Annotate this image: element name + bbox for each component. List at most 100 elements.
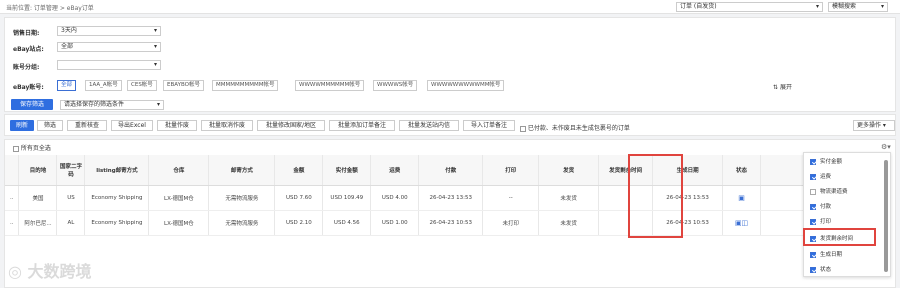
account-label: eBay账号:	[13, 84, 44, 91]
account-chip[interactable]: WWWWMMMMMM帐号	[295, 80, 365, 91]
more-ops-label: 更多操作	[857, 122, 882, 129]
header-cell[interactable]: 状态	[722, 155, 762, 186]
gear-icon[interactable]: ⚙▾	[881, 143, 891, 151]
cell-ship-method: 无需物流服务	[208, 210, 276, 236]
cell-warehouse: LX-德国M仓	[148, 210, 210, 236]
orders-table: 目的地 国家二字码 listing邮寄方式 仓库 邮寄方式 金额 实付金额 运费…	[5, 155, 890, 236]
order-type-value: 订单 (自发货)	[680, 3, 717, 10]
column-option[interactable]: 状态	[810, 265, 831, 273]
select-all-pages[interactable]: 所有页全选	[13, 143, 51, 152]
cell-paid-amount: USD 4.56	[322, 210, 372, 236]
checkbox-unchecked[interactable]	[810, 188, 816, 195]
cell-country-code: AL	[56, 210, 86, 236]
header-cell	[5, 155, 20, 186]
cell-listing-ship: Economy Shipping	[84, 185, 150, 211]
header-cell[interactable]: listing邮寄方式	[84, 155, 150, 186]
column-option[interactable]: 生成日期	[810, 250, 842, 258]
export-excel-button[interactable]: 导出Excel	[111, 120, 153, 131]
cell-pay-time: 26-04-23 10:53	[418, 210, 484, 236]
column-option[interactable]: 实付金额	[810, 157, 842, 165]
column-picker-scrollbar[interactable]	[884, 160, 888, 272]
cell-destination: 阿尔巴尼...	[18, 210, 58, 236]
account-chip[interactable]: WWWWS帐号	[373, 80, 418, 91]
order-type-select[interactable]: 订单 (自发货) ▾	[676, 2, 823, 12]
column-option[interactable]: 运费	[810, 172, 831, 180]
checkbox-checked[interactable]	[810, 158, 816, 165]
column-option[interactable]: 物流渠道费	[810, 187, 848, 195]
search-mode-select[interactable]: 模糊搜索 ▾	[828, 2, 888, 12]
status-icon[interactable]: ▣	[738, 194, 745, 202]
site-label: eBay站点:	[13, 46, 44, 53]
filter-button[interactable]: 筛选	[37, 120, 63, 131]
table-row[interactable]: .. 阿尔巴尼... AL Economy Shipping LX-德国M仓 无…	[5, 210, 890, 236]
highlight-box-column	[628, 154, 683, 238]
account-chip[interactable]: MMMMMMMMMM帐号	[212, 80, 279, 91]
cell-print: 未打印	[482, 210, 540, 236]
account-chip[interactable]: CES帐号	[127, 80, 157, 91]
column-option[interactable]: 付款	[810, 202, 831, 210]
header-cell[interactable]: 实付金额	[322, 155, 372, 186]
checkbox-checked[interactable]	[810, 251, 816, 258]
expand-toggle[interactable]: ⇅ 展开	[773, 82, 792, 91]
row-marker: ..	[5, 185, 20, 211]
header-cell[interactable]: 运费	[370, 155, 420, 186]
batch-add-note-button[interactable]: 批量添加订单备注	[329, 120, 395, 131]
column-option-label: 物流渠道费	[820, 189, 848, 195]
header-cell[interactable]: 打印	[482, 155, 540, 186]
unpaid-filter-label: 已付款、未作废且未生成包裹号的订单	[527, 125, 630, 132]
checkbox-checked[interactable]	[810, 266, 816, 273]
unpaid-filter[interactable]: 已付款、未作废且未生成包裹号的订单	[520, 123, 630, 132]
saved-filter-placeholder: 请选择保存的筛选条件	[64, 101, 125, 108]
header-cell[interactable]: 邮寄方式	[208, 155, 276, 186]
header-cell[interactable]: 付款	[418, 155, 484, 186]
column-option-label: 状态	[820, 267, 832, 273]
checkbox-checked[interactable]	[810, 218, 816, 225]
cell-status: ▣	[722, 185, 762, 211]
saved-filter-select[interactable]: 请选择保存的筛选条件 ▾	[60, 100, 164, 110]
expand-label: 展开	[779, 84, 792, 91]
select-all-checkbox[interactable]	[13, 145, 19, 152]
cell-country-code: US	[56, 185, 86, 211]
table-row[interactable]: .. 美国 US Economy Shipping LX-德国M仓 无需物流服务…	[5, 185, 890, 211]
batch-edit-country-button[interactable]: 批量修改国家/地区	[257, 120, 325, 131]
refresh-button[interactable]: 刷新	[10, 120, 34, 131]
save-filter-button[interactable]: 保存筛选	[11, 99, 53, 110]
sale-date-select[interactable]: 3天内 ▾	[57, 26, 161, 36]
batch-void-button[interactable]: 批量作废	[157, 120, 197, 131]
recheck-button[interactable]: 重新核查	[67, 120, 107, 131]
header-cell[interactable]: 发货	[538, 155, 600, 186]
header-cell[interactable]: 仓库	[148, 155, 210, 186]
cell-send-status: 未发货	[538, 185, 600, 211]
batch-unvoid-button[interactable]: 批量取消作废	[201, 120, 253, 131]
checkbox-checked[interactable]	[810, 173, 816, 180]
site-select[interactable]: 全部 ▾	[57, 42, 161, 52]
unpaid-checkbox[interactable]	[520, 125, 526, 132]
cell-warehouse: LX-德国M仓	[148, 185, 210, 211]
batch-send-message-button[interactable]: 批量发送站内信	[399, 120, 459, 131]
cell-status: ▣◫	[722, 210, 762, 236]
row-marker: ..	[5, 210, 20, 236]
header-cell[interactable]: 金额	[274, 155, 324, 186]
header-cell[interactable]: 国家二字码	[56, 155, 86, 186]
top-bar: 当前位置: 订单管理 > eBay订单 订单 (自发货) ▾ 模糊搜索 ▾	[0, 0, 900, 14]
more-ops-dropdown[interactable]: 更多操作 ▾	[853, 120, 895, 131]
import-note-button[interactable]: 导入订单备注	[463, 120, 515, 131]
cell-send-status: 未发货	[538, 210, 600, 236]
account-chip-all[interactable]: 全部	[57, 80, 77, 91]
column-option[interactable]: 打印	[810, 217, 831, 225]
checkbox-checked[interactable]	[810, 203, 816, 210]
site-value: 全部	[61, 43, 74, 50]
chevron-down-icon: ▾	[153, 61, 157, 68]
cell-ship-method: 无需物流服务	[208, 185, 276, 211]
account-group-select[interactable]: ▾	[57, 60, 161, 70]
account-chip[interactable]: WWWWWWWWWMM帐号	[427, 80, 505, 91]
cell-destination: 美国	[18, 185, 58, 211]
status-icon[interactable]: ▣◫	[735, 219, 748, 227]
cell-pay-time: 26-04-23 13:53	[418, 185, 484, 211]
header-cell[interactable]: 目的地	[18, 155, 58, 186]
cell-listing-ship: Economy Shipping	[84, 210, 150, 236]
column-option-label: 生成日期	[820, 252, 843, 258]
account-chip[interactable]: 1AA_A帐号	[85, 80, 122, 91]
account-chip[interactable]: EBAYBO帐号	[163, 80, 204, 91]
cell-amount: USD 7.60	[274, 185, 324, 211]
